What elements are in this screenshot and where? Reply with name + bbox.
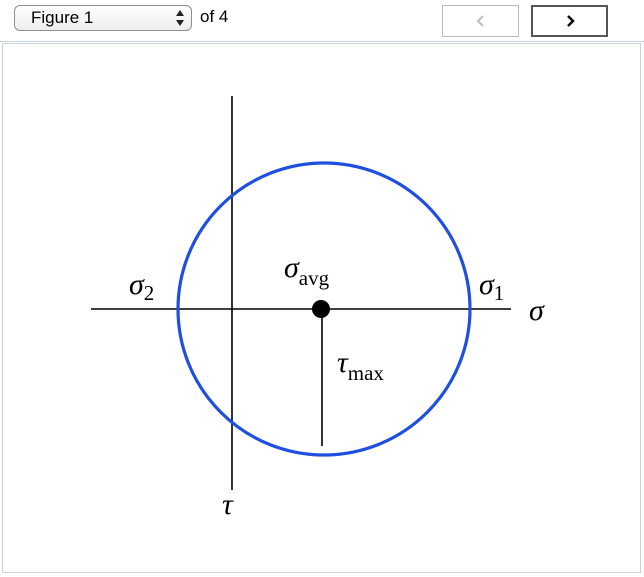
chevron-right-icon	[566, 15, 575, 27]
previous-figure-button[interactable]	[442, 5, 519, 37]
chevron-left-icon	[476, 15, 484, 27]
sigma-avg-label: σavg	[284, 251, 330, 290]
center-point	[312, 300, 330, 318]
tau-axis-label: τ	[222, 488, 234, 521]
select-arrows-icon	[176, 10, 184, 26]
sigma2-label: σ2	[129, 268, 154, 305]
tau-max-label: τmax	[337, 346, 384, 385]
figure-select[interactable]: Figure 1	[14, 5, 192, 31]
next-figure-button[interactable]	[531, 5, 608, 37]
sigma1-label: σ1	[479, 268, 504, 305]
figure-count-label: of 4	[200, 7, 229, 26]
sigma-axis-label: σ	[529, 294, 545, 327]
mohr-circle-diagram: σ2 σavg σ1 σ τmax τ	[91, 96, 545, 521]
figure-toolbar: Figure 1 of 4	[0, 0, 644, 42]
figure-panel: σ2 σavg σ1 σ τmax τ	[2, 43, 641, 573]
figure-select-value: Figure 1	[31, 8, 94, 27]
